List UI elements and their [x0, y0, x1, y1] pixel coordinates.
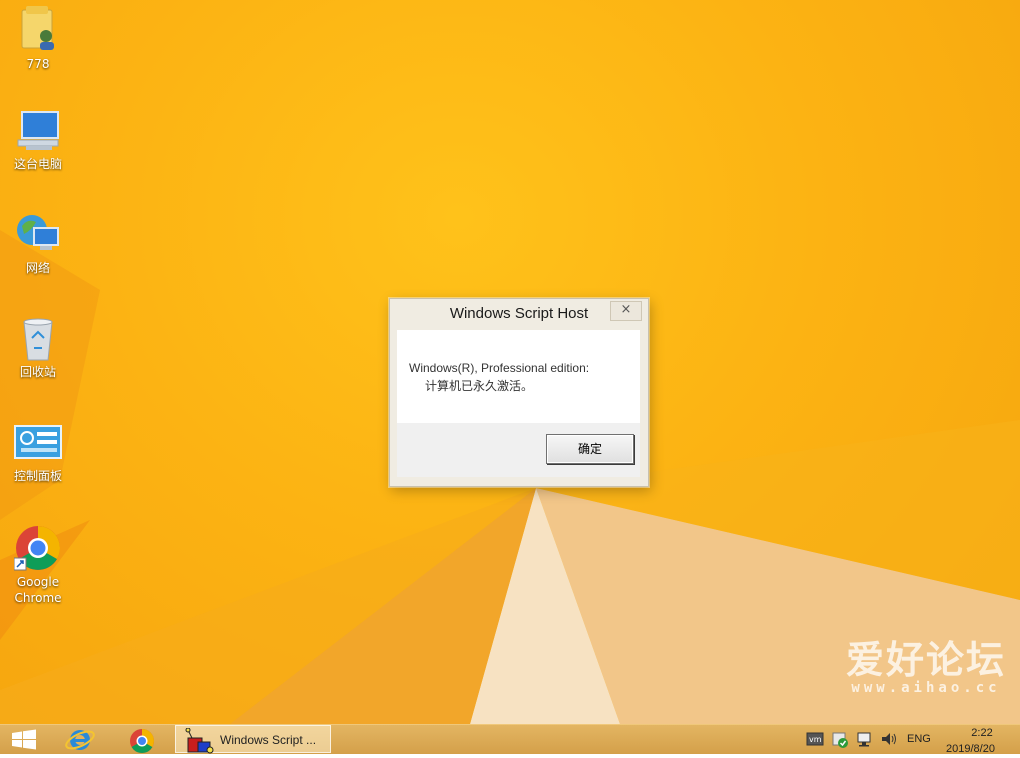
desktop-icon-recycle-bin[interactable]: 回收站	[4, 316, 72, 380]
computer-icon	[17, 111, 59, 150]
desktop-icon-label: 这台电脑	[13, 157, 62, 171]
desktop-icon-label: Google Chrome	[14, 575, 62, 605]
watermark-text: 爱好论坛	[845, 638, 1006, 682]
desktop-icon-label: 网络	[25, 261, 50, 275]
wsh-dialog: Windows Script Host × Windows(R), Profes…	[389, 298, 649, 487]
taskbar: Windows Script ... vm ENG 2:22 2019/8/20	[0, 724, 1020, 755]
desktop-icon-control-panel[interactable]: 控制面板	[4, 420, 72, 484]
security-shield-tray-icon[interactable]	[832, 731, 850, 749]
dialog-message-area: Windows(R), Professional edition: 计算机已永久…	[397, 330, 640, 423]
desktop-icon-label: 778	[26, 57, 50, 71]
language-indicator[interactable]: ENG	[907, 733, 931, 745]
chrome-icon	[130, 729, 154, 754]
desktop-icon-label: 控制面板	[13, 469, 62, 483]
clock-time[interactable]: 2:22	[962, 727, 1002, 739]
volume-icon[interactable]	[880, 731, 898, 747]
taskbar-item-windows-script-host[interactable]: Windows Script ...	[175, 725, 331, 754]
svg-text:vm: vm	[809, 735, 822, 744]
dialog-message-line1: Windows(R), Professional edition:	[409, 361, 590, 375]
windows-logo-icon	[12, 729, 36, 750]
desktop-icon-network[interactable]: 网络	[4, 212, 72, 276]
network-globe-icon	[17, 215, 59, 250]
ok-button[interactable]: 确定	[546, 434, 634, 464]
chrome-taskbar-button[interactable]	[118, 725, 166, 754]
watermark-url: www.aihao.cc	[851, 680, 1001, 696]
network-tray-icon[interactable]	[856, 731, 874, 747]
vmware-tray-icon[interactable]: vm	[806, 731, 824, 747]
taskbar-item-label: Windows Script ...	[220, 733, 317, 747]
close-icon: ×	[620, 302, 632, 317]
desktop-icon-label: 回收站	[19, 365, 56, 379]
internet-explorer-icon	[65, 730, 95, 750]
watermark: 爱好论坛 www.aihao.cc	[846, 640, 1006, 696]
internet-explorer-button[interactable]	[58, 725, 102, 754]
desktop-icon-this-pc[interactable]: 这台电脑	[4, 108, 72, 172]
recycle-bin-icon	[23, 318, 53, 361]
desktop-icon-user-folder[interactable]: 778	[4, 4, 72, 72]
control-panel-icon	[14, 425, 62, 459]
chrome-icon	[14, 526, 60, 571]
user-folder-icon	[21, 6, 54, 50]
script-host-icon	[185, 728, 214, 754]
dialog-message-line2: 计算机已永久激活。	[425, 379, 534, 393]
desktop-icon-google-chrome[interactable]: Google Chrome	[4, 524, 72, 606]
dialog-footer: 确定	[397, 423, 640, 477]
clock-date[interactable]: 2019/8/20	[946, 743, 995, 755]
close-button[interactable]: ×	[610, 301, 642, 321]
start-button[interactable]	[0, 725, 48, 754]
desktop: 778 这台电脑 网络 回收站 控制面板 Google Chrome Windo…	[0, 0, 1020, 724]
